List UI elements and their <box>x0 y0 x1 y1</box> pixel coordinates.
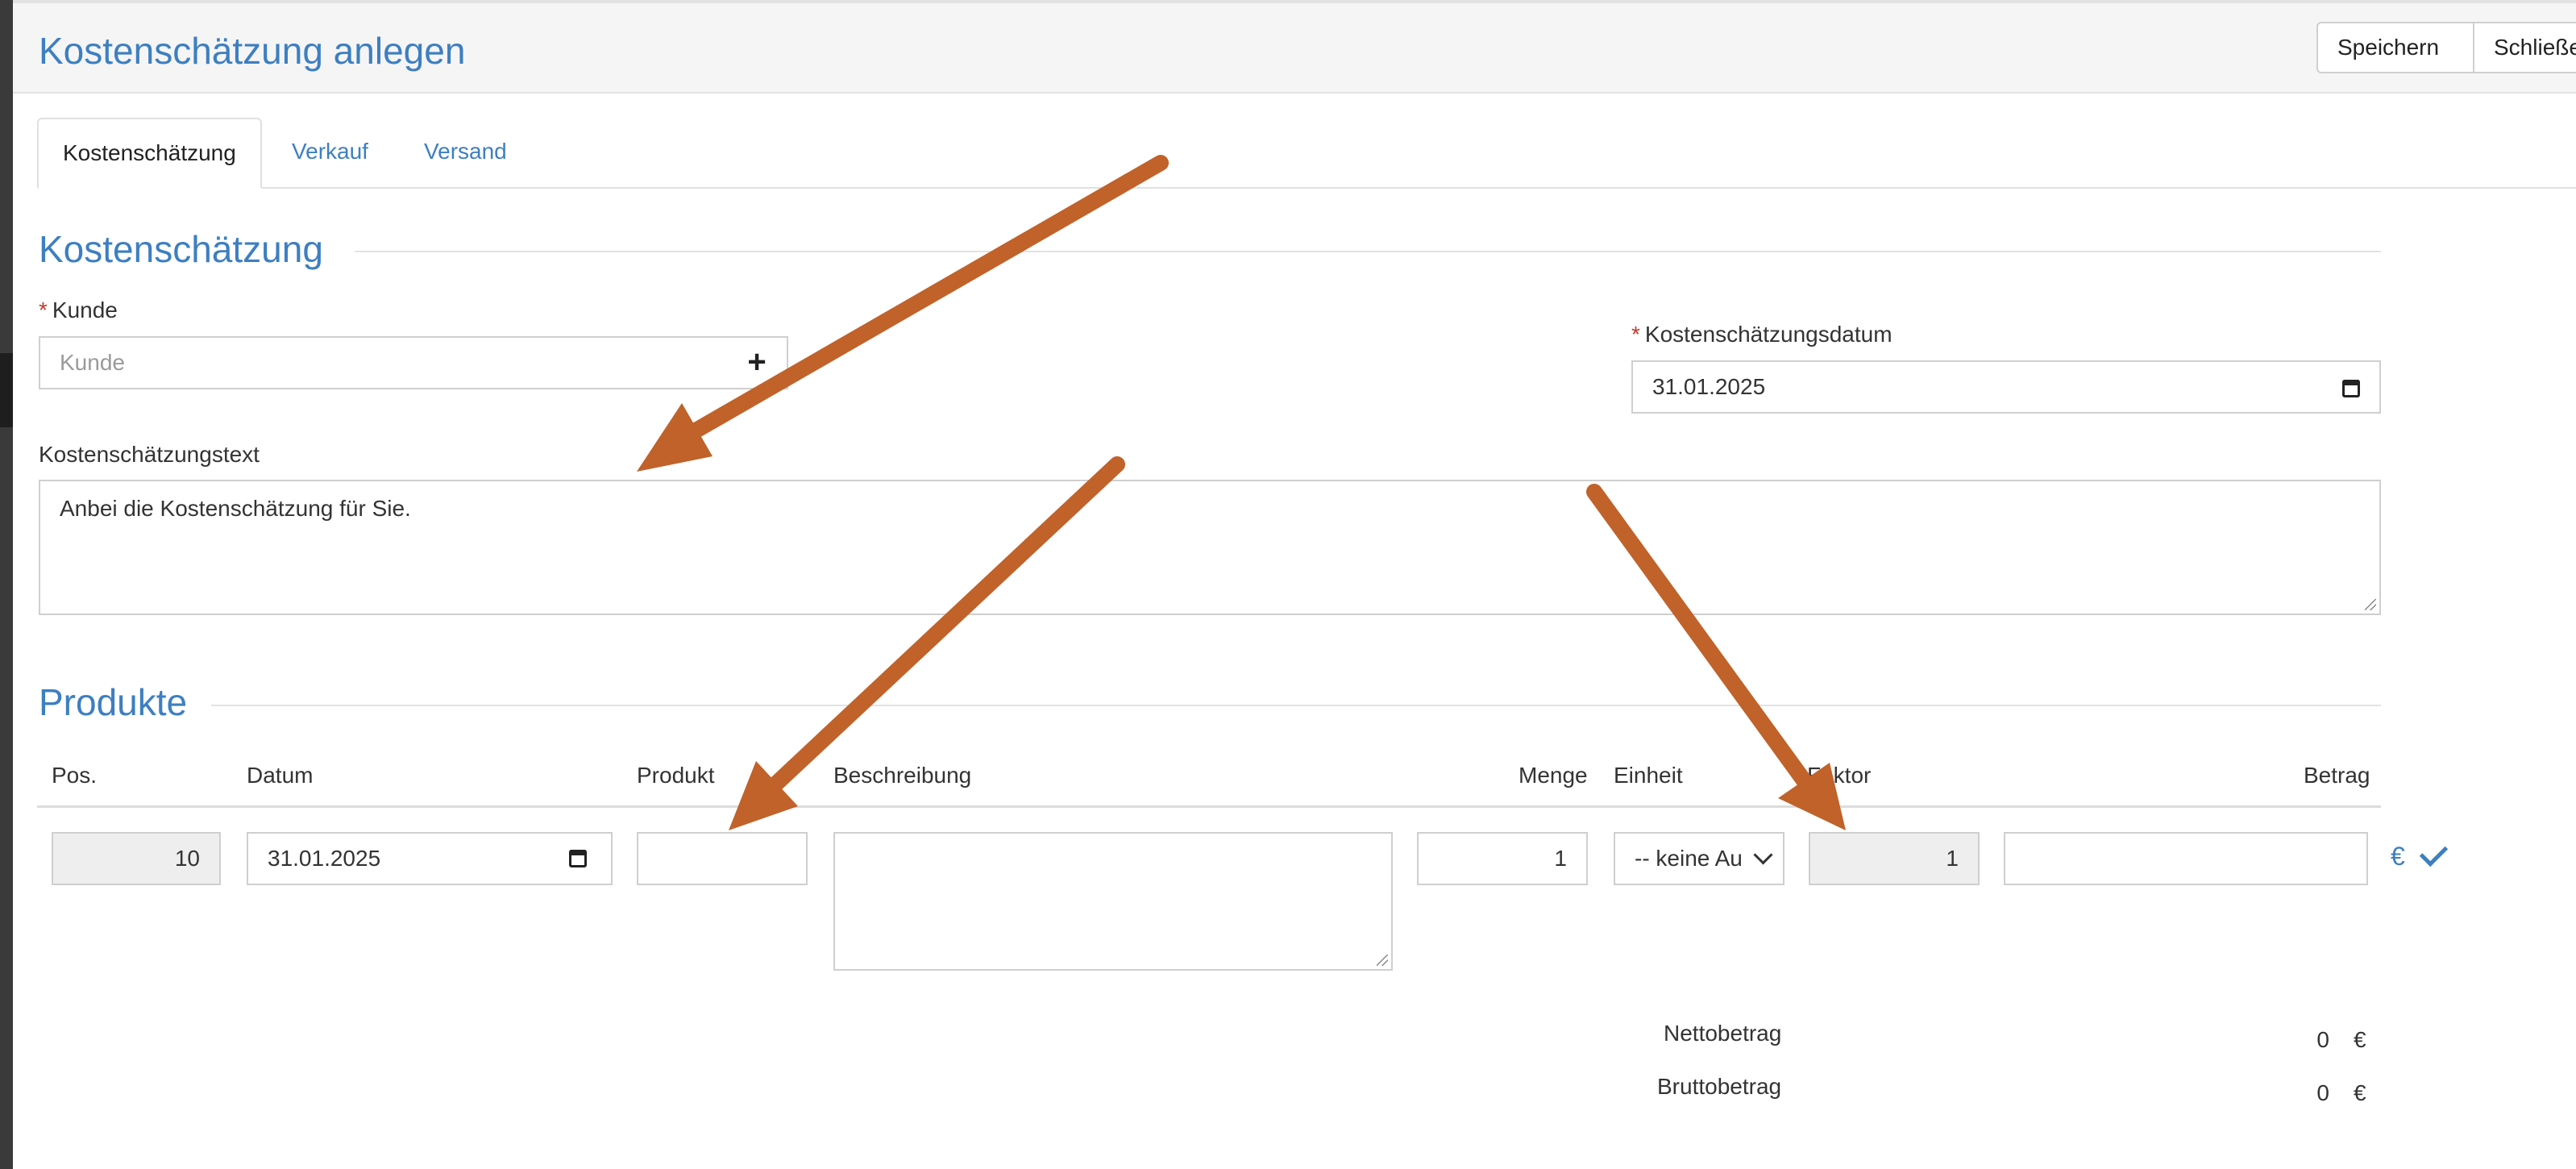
row-date-value: 31.01.2025 <box>268 846 381 871</box>
column-header-menge: Menge <box>1519 763 1588 788</box>
save-button[interactable]: Speichern <box>2316 22 2474 73</box>
gross-amount-value: 0 <box>2316 1080 2329 1105</box>
description-textarea[interactable] <box>833 832 1393 971</box>
tab-bar: Kostenschätzung Verkauf Versand <box>37 118 2576 189</box>
customer-label-text: Kunde <box>52 297 118 322</box>
annotation-arrow-shaft <box>689 155 1169 438</box>
column-header-produkt: Produkt <box>637 763 715 788</box>
add-customer-button[interactable]: + <box>727 336 788 389</box>
tab-versand[interactable]: Versand <box>424 118 507 187</box>
resize-handle[interactable] <box>1377 955 1388 966</box>
row-date-input[interactable]: 31.01.2025 <box>247 832 613 885</box>
customer-label: * Kunde <box>39 297 118 323</box>
tab-verkauf[interactable]: Verkauf <box>292 118 368 187</box>
table-header-divider <box>37 805 2381 808</box>
calendar-icon[interactable] <box>2342 380 2360 397</box>
close-button[interactable]: Schließen <box>2473 22 2576 73</box>
required-marker: * <box>39 297 48 322</box>
column-header-pos: Pos. <box>52 763 98 788</box>
product-input[interactable] <box>637 832 808 885</box>
section-title-products: Produkte <box>39 681 188 723</box>
estimate-text-label: Kostenschätzungstext <box>39 442 260 467</box>
left-sidebar-edge <box>0 0 13 1169</box>
column-header-einheit: Einheit <box>1614 763 1683 788</box>
annotation-arrow-head <box>637 403 713 472</box>
factor-input: 1 <box>1809 832 1980 885</box>
estimate-date-input[interactable]: 31.01.2025 <box>1631 360 2381 414</box>
estimate-text-value: Anbei die Kostenschätzung für Sie. <box>60 496 411 521</box>
estimate-text-area[interactable]: Anbei die Kostenschätzung für Sie. <box>39 480 2381 615</box>
customer-input[interactable]: Kunde <box>39 336 729 389</box>
amount-input[interactable] <box>2004 832 2368 885</box>
page-title: Kostenschätzung anlegen <box>39 30 466 72</box>
required-marker: * <box>1631 322 1640 347</box>
section-divider <box>211 705 2381 706</box>
section-divider <box>355 251 2381 252</box>
column-header-betrag: Betrag <box>2304 763 2370 788</box>
column-header-beschreibung: Beschreibung <box>833 763 972 788</box>
tab-kostenschaetzung[interactable]: Kostenschätzung <box>37 118 262 189</box>
unit-select[interactable]: -- keine Au <box>1614 832 1785 885</box>
estimate-date-label-text: Kostenschätzungsdatum <box>1644 322 1893 347</box>
net-amount-currency: € <box>2354 1027 2366 1052</box>
sidebar-handle <box>0 353 13 427</box>
annotation-arrow-head <box>729 761 798 830</box>
column-header-datum: Datum <box>247 763 314 788</box>
page-header: Kostenschätzung anlegen Speichern Schlie… <box>13 3 2576 94</box>
quantity-input[interactable]: 1 <box>1417 832 1588 885</box>
section-title-estimate: Kostenschätzung <box>39 228 323 270</box>
gross-amount-currency: € <box>2354 1080 2366 1105</box>
calendar-icon[interactable] <box>569 850 587 867</box>
chevron-down-icon <box>1753 845 1773 865</box>
net-amount-label: Nettobetrag <box>1664 1021 1782 1046</box>
net-amount-value: 0 <box>2316 1027 2329 1052</box>
resize-handle[interactable] <box>2365 599 2376 610</box>
column-header-faktor: Faktor <box>1807 763 1872 788</box>
checkmark-icon[interactable] <box>2419 838 2449 867</box>
gross-amount-label: Bruttobetrag <box>1657 1074 1782 1099</box>
currency-euro-icon[interactable]: € <box>2391 842 2405 872</box>
unit-select-value: -- keine Au <box>1635 846 1743 871</box>
position-input: 10 <box>52 832 221 885</box>
estimate-date-value: 31.01.2025 <box>1652 374 1766 399</box>
estimate-date-label: * Kostenschätzungsdatum <box>1631 322 1893 347</box>
